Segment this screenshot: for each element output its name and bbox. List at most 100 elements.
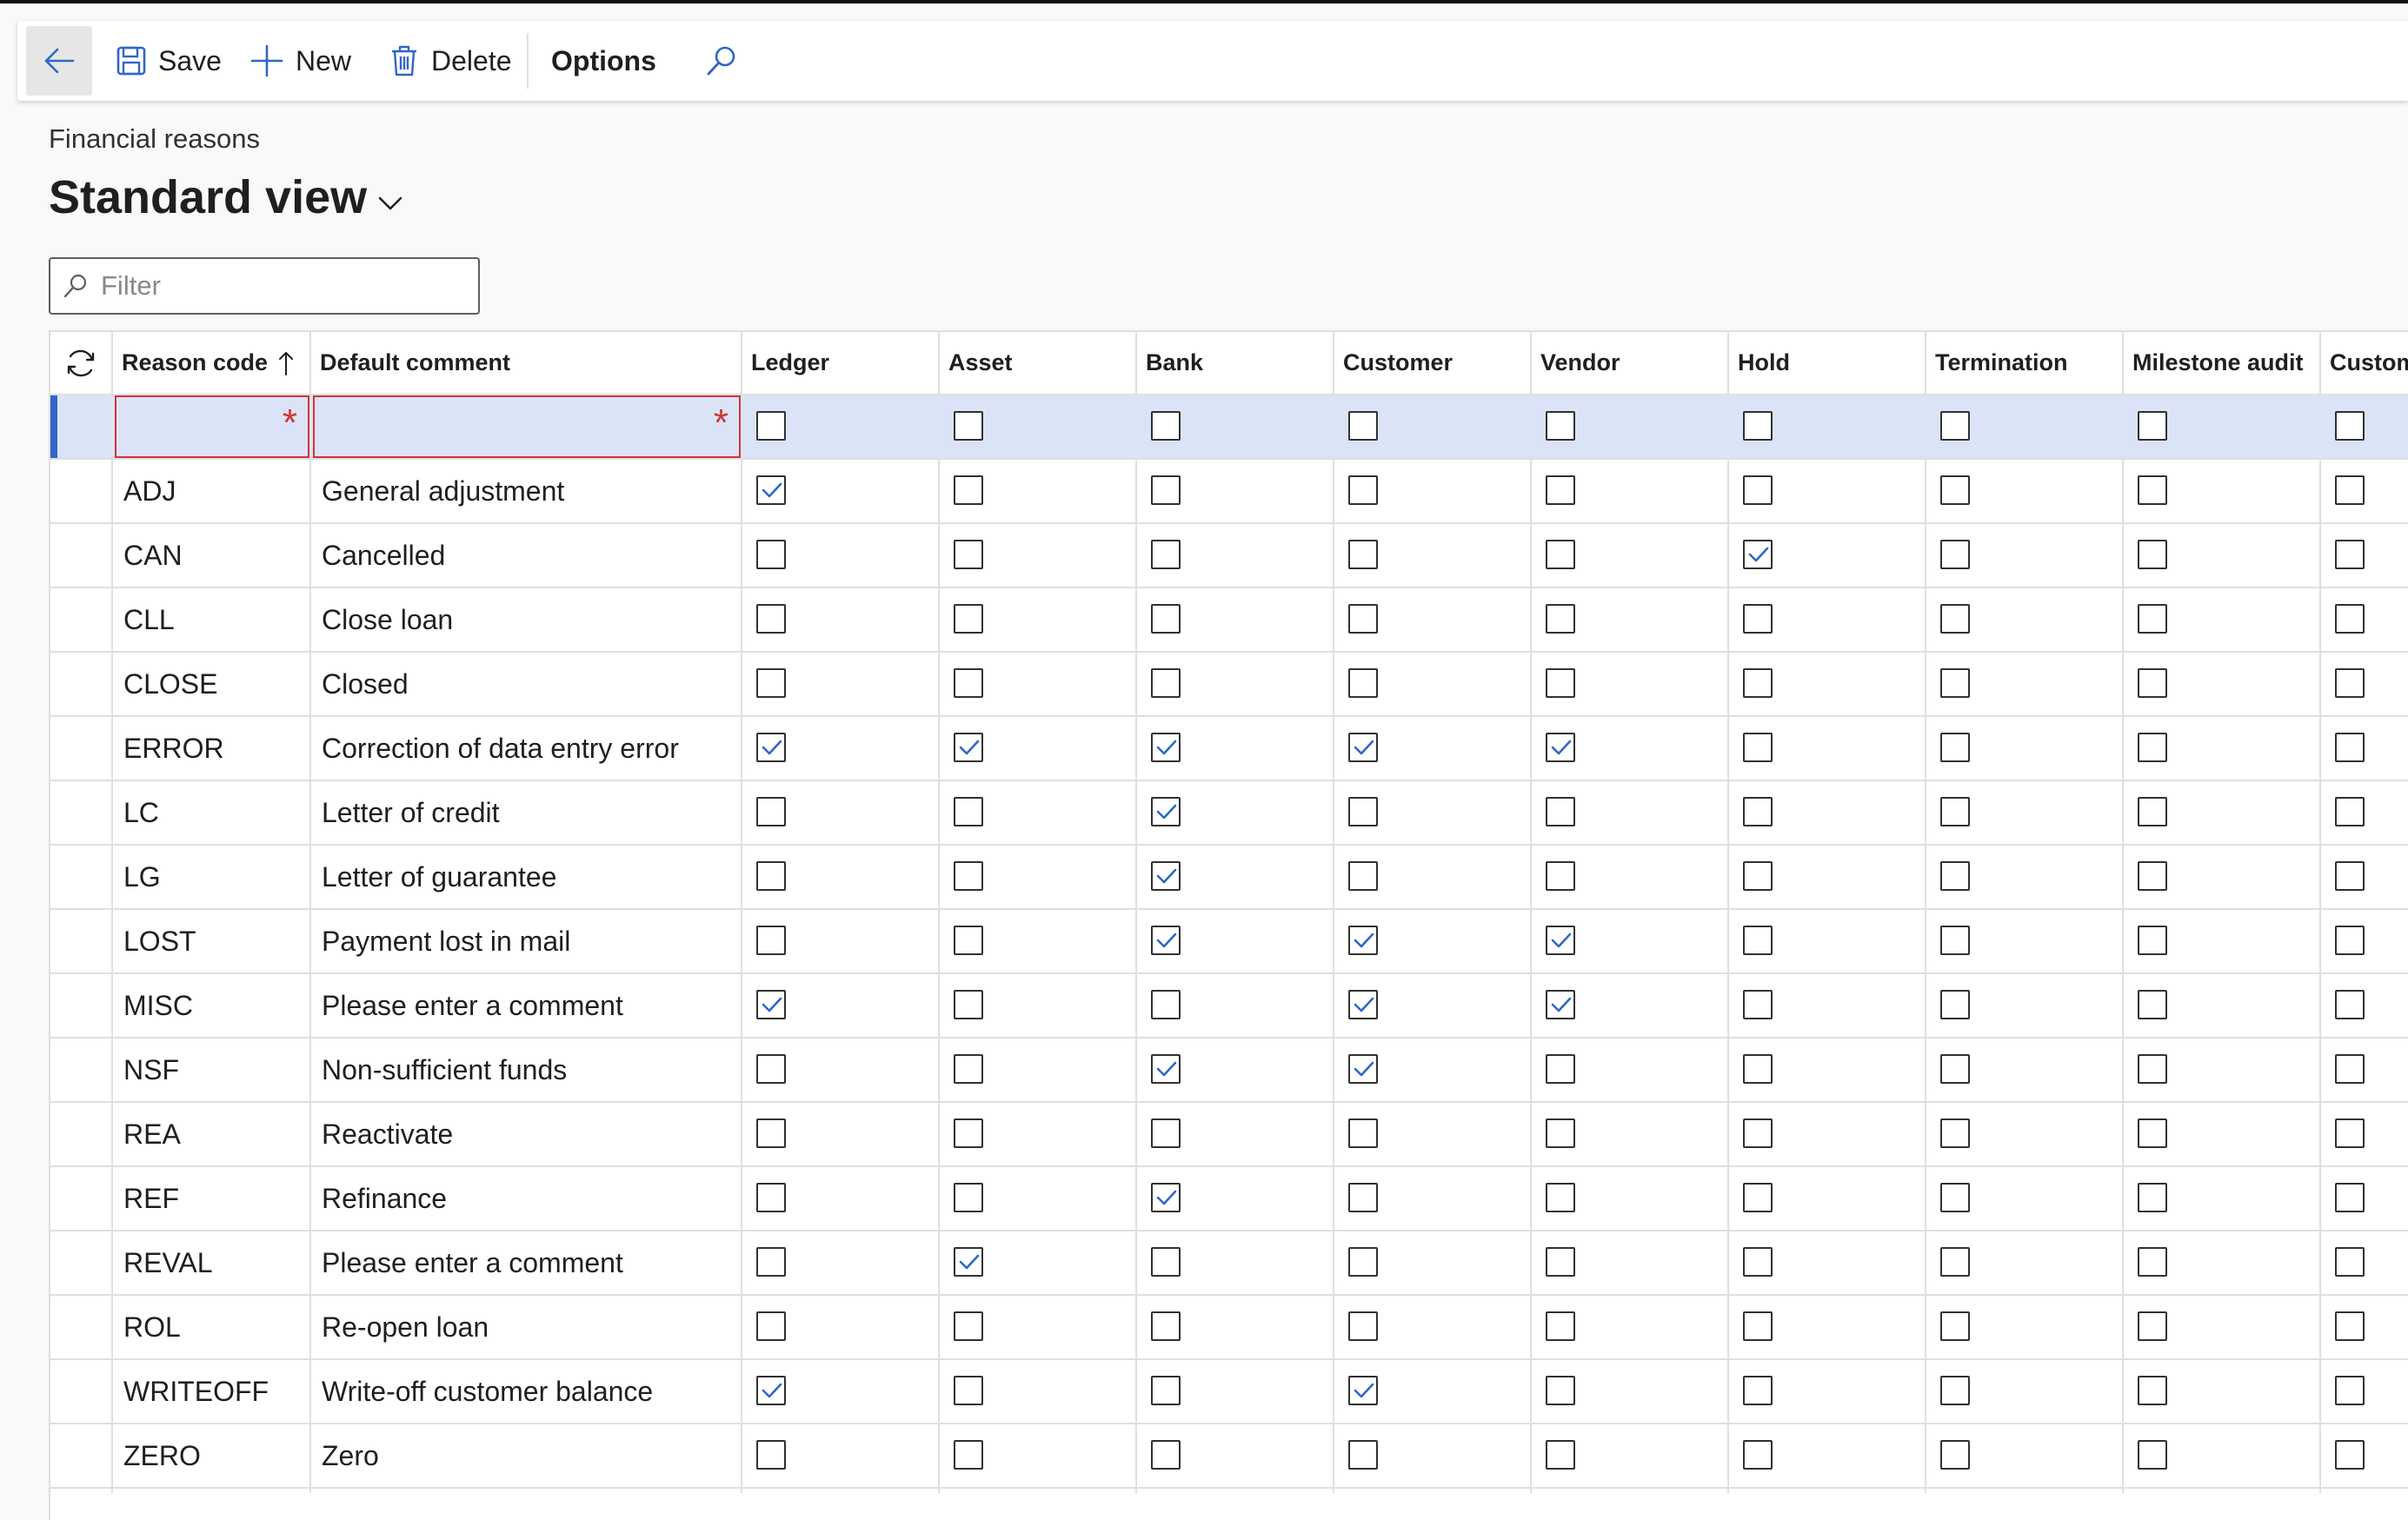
checkbox-bank[interactable]: [1151, 1376, 1181, 1405]
reason-code-cell[interactable]: ERROR: [123, 717, 224, 780]
reason-code-cell[interactable]: REF: [123, 1167, 179, 1230]
checkbox-milestone-audit[interactable]: [2138, 1118, 2167, 1148]
checkbox-custom[interactable]: [2335, 475, 2365, 505]
table-row[interactable]: REF Refinance: [50, 1167, 2408, 1231]
checkbox-asset[interactable]: [954, 604, 983, 634]
checkbox-asset[interactable]: [954, 1118, 983, 1148]
reason-code-cell[interactable]: CLL: [123, 588, 175, 651]
delete-button[interactable]: Delete: [389, 21, 512, 101]
default-comment-cell[interactable]: Non-sufficient funds: [322, 1039, 567, 1101]
checkbox-milestone-audit[interactable]: [2138, 1247, 2167, 1277]
checkbox-termination[interactable]: [1940, 1183, 1970, 1212]
checkbox-termination[interactable]: [1940, 990, 1970, 1019]
checkbox-termination[interactable]: [1940, 475, 1970, 505]
default-comment-cell[interactable]: Zero: [322, 1424, 379, 1487]
checkbox-vendor[interactable]: [1546, 1118, 1575, 1148]
checkbox-milestone-audit[interactable]: [2138, 733, 2167, 762]
checkbox-milestone-audit[interactable]: [2138, 540, 2167, 569]
new-button[interactable]: New: [250, 21, 351, 101]
default-comment-cell[interactable]: Correction of data entry error: [322, 717, 679, 780]
default-comment-cell[interactable]: Closed: [322, 653, 409, 715]
table-row[interactable]: REVAL Please enter a comment: [50, 1231, 2408, 1296]
reason-code-cell[interactable]: CAN: [123, 524, 183, 587]
checkbox-hold[interactable]: [1743, 604, 1773, 634]
checkbox-customer[interactable]: [1348, 604, 1378, 634]
checkbox-vendor[interactable]: [1546, 861, 1575, 891]
checkbox-vendor[interactable]: [1546, 797, 1575, 826]
checkbox-milestone-audit[interactable]: [2138, 1440, 2167, 1470]
refresh-grid-button[interactable]: [50, 332, 113, 395]
checkbox-asset[interactable]: [954, 1247, 983, 1277]
checkbox-vendor[interactable]: [1546, 1440, 1575, 1470]
checkbox-customer[interactable]: [1348, 1247, 1378, 1277]
table-row[interactable]: LG Letter of guarantee: [50, 846, 2408, 910]
checkbox-vendor[interactable]: [1546, 411, 1575, 441]
checkbox-customer[interactable]: [1348, 1311, 1378, 1341]
checkbox-milestone-audit[interactable]: [2138, 411, 2167, 441]
table-row[interactable]: NSF Non-sufficient funds: [50, 1039, 2408, 1103]
checkbox-hold[interactable]: [1743, 1247, 1773, 1277]
checkbox-customer[interactable]: [1348, 861, 1378, 891]
reason-code-cell[interactable]: MISC: [123, 974, 193, 1037]
checkbox-milestone-audit[interactable]: [2138, 668, 2167, 698]
checkbox-vendor[interactable]: [1546, 540, 1575, 569]
column-header-asset[interactable]: Asset: [940, 332, 1137, 395]
checkbox-vendor[interactable]: [1546, 1311, 1575, 1341]
checkbox-vendor[interactable]: [1546, 604, 1575, 634]
checkbox-ledger[interactable]: [756, 733, 786, 762]
checkbox-asset[interactable]: [954, 1183, 983, 1212]
column-header-customer[interactable]: Customer: [1334, 332, 1532, 395]
checkbox-vendor[interactable]: [1546, 1247, 1575, 1277]
column-header-custom[interactable]: Custom: [2321, 332, 2408, 395]
checkbox-milestone-audit[interactable]: [2138, 926, 2167, 955]
checkbox-custom[interactable]: [2335, 540, 2365, 569]
checkbox-ledger[interactable]: [756, 926, 786, 955]
checkbox-termination[interactable]: [1940, 1118, 1970, 1148]
table-row[interactable]: ROL Re-open loan: [50, 1296, 2408, 1360]
table-row[interactable]: CLL Close loan: [50, 588, 2408, 653]
checkbox-bank[interactable]: [1151, 1183, 1181, 1212]
checkbox-termination[interactable]: [1940, 926, 1970, 955]
checkbox-hold[interactable]: [1743, 1054, 1773, 1084]
checkbox-custom[interactable]: [2335, 733, 2365, 762]
checkbox-hold[interactable]: [1743, 1311, 1773, 1341]
table-row[interactable]: MISC Please enter a comment: [50, 974, 2408, 1039]
checkbox-custom[interactable]: [2335, 926, 2365, 955]
filter-input[interactable]: [99, 269, 450, 302]
default-comment-cell[interactable]: General adjustment: [322, 460, 564, 522]
checkbox-bank[interactable]: [1151, 926, 1181, 955]
checkbox-custom[interactable]: [2335, 1118, 2365, 1148]
checkbox-bank[interactable]: [1151, 604, 1181, 634]
checkbox-custom[interactable]: [2335, 411, 2365, 441]
reason-code-input[interactable]: *: [115, 395, 309, 458]
checkbox-custom[interactable]: [2335, 668, 2365, 698]
reason-code-cell[interactable]: WRITEOFF: [123, 1360, 269, 1423]
checkbox-termination[interactable]: [1940, 1054, 1970, 1084]
checkbox-asset[interactable]: [954, 668, 983, 698]
reason-code-cell[interactable]: LOST: [123, 910, 196, 972]
checkbox-asset[interactable]: [954, 861, 983, 891]
checkbox-asset[interactable]: [954, 990, 983, 1019]
default-comment-input[interactable]: *: [313, 395, 741, 458]
checkbox-vendor[interactable]: [1546, 990, 1575, 1019]
default-comment-cell[interactable]: Please enter a comment: [322, 974, 623, 1037]
checkbox-termination[interactable]: [1940, 668, 1970, 698]
checkbox-customer[interactable]: [1348, 926, 1378, 955]
checkbox-customer[interactable]: [1348, 797, 1378, 826]
checkbox-vendor[interactable]: [1546, 1183, 1575, 1212]
reason-code-cell[interactable]: REVAL: [123, 1231, 213, 1294]
table-row[interactable]: ADJ General adjustment: [50, 460, 2408, 524]
reason-code-cell[interactable]: REA: [123, 1103, 181, 1165]
checkbox-customer[interactable]: [1348, 1183, 1378, 1212]
checkbox-hold[interactable]: [1743, 1376, 1773, 1405]
checkbox-bank[interactable]: [1151, 733, 1181, 762]
default-comment-cell[interactable]: Letter of guarantee: [322, 846, 556, 908]
checkbox-asset[interactable]: [954, 1054, 983, 1084]
checkbox-termination[interactable]: [1940, 604, 1970, 634]
checkbox-custom[interactable]: [2335, 1311, 2365, 1341]
reason-code-cell[interactable]: NSF: [123, 1039, 179, 1101]
reason-code-cell[interactable]: LC: [123, 781, 159, 844]
checkbox-hold[interactable]: [1743, 990, 1773, 1019]
checkbox-bank[interactable]: [1151, 1054, 1181, 1084]
checkbox-customer[interactable]: [1348, 990, 1378, 1019]
